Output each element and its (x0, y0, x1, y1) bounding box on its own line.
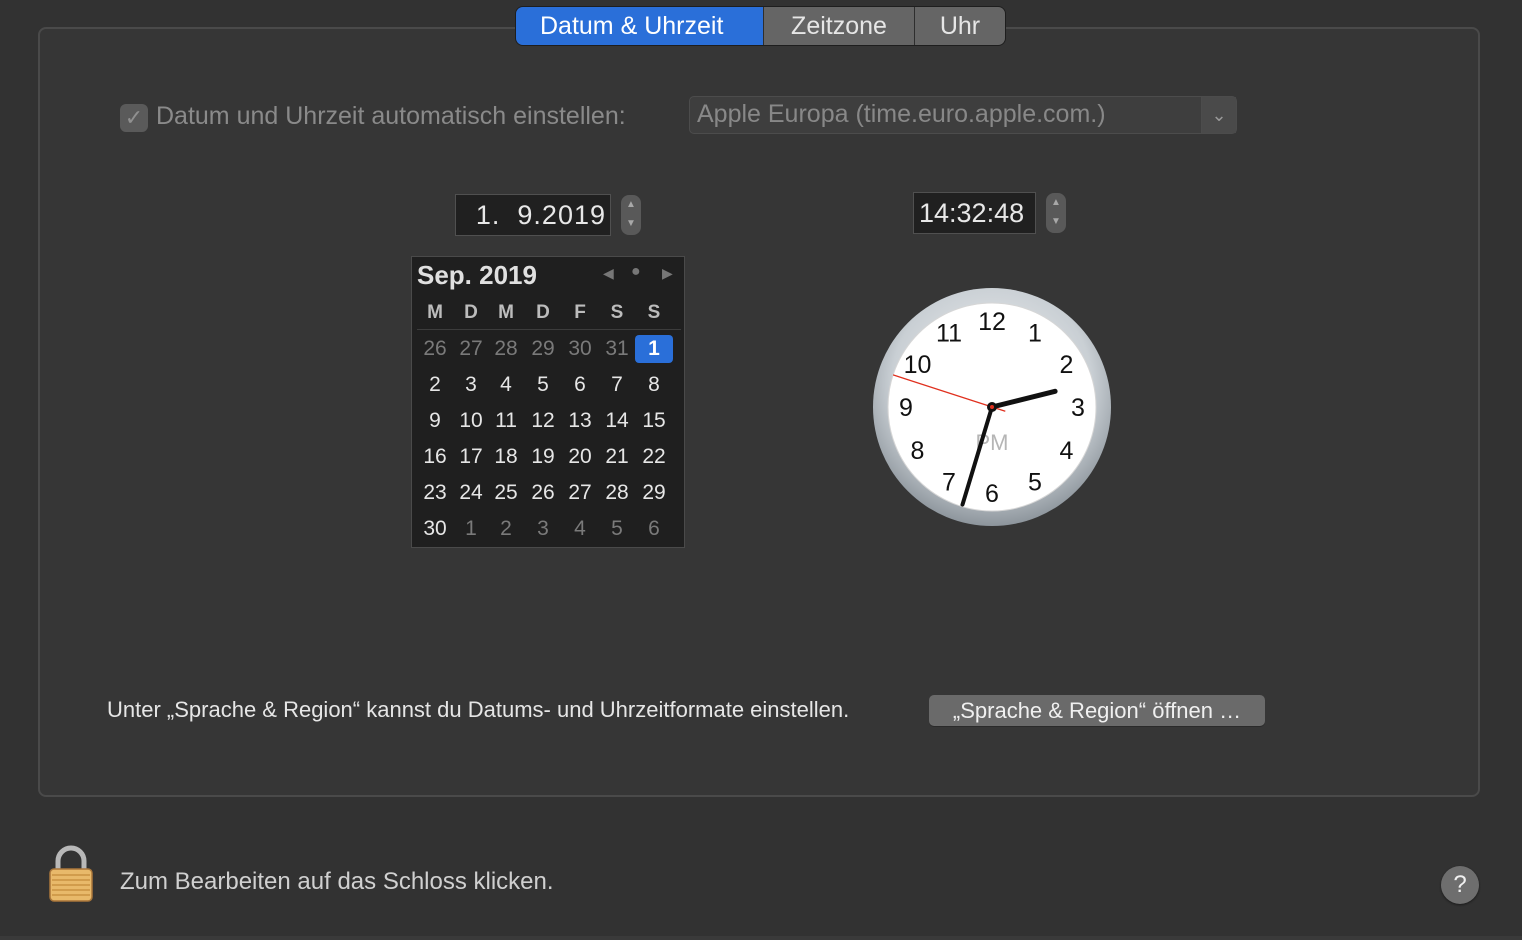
clock-number: 4 (1060, 437, 1074, 465)
calendar-day[interactable]: 2 (488, 515, 524, 543)
auto-set-checkbox[interactable]: ✓ (120, 104, 148, 132)
calendar-day[interactable]: 13 (562, 407, 598, 435)
calendar-day[interactable]: 16 (417, 443, 453, 471)
calendar-day[interactable]: 6 (562, 371, 598, 399)
previous-month-icon[interactable]: ◀ (603, 265, 614, 282)
calendar-weekday: S (647, 302, 661, 323)
clock-number: 3 (1071, 394, 1085, 422)
tab-clock[interactable]: Uhr (915, 7, 1005, 45)
time-stepper[interactable]: ▲ ▼ (1046, 193, 1066, 233)
calendar-day[interactable]: 4 (562, 515, 598, 543)
calendar-day[interactable]: 11 (488, 407, 524, 435)
calendar-day[interactable]: 18 (488, 443, 524, 471)
tab-date-time[interactable]: Datum & Uhrzeit (516, 7, 764, 45)
calendar-weekday: F (574, 302, 586, 323)
clock-number: 6 (985, 480, 999, 508)
calendar-day[interactable]: 15 (636, 407, 672, 435)
stepper-up-icon[interactable]: ▲ (1046, 193, 1066, 212)
calendar-day[interactable]: 25 (488, 479, 524, 507)
calendar-day[interactable]: 7 (599, 371, 635, 399)
lock-icon[interactable] (48, 845, 94, 903)
calendar-day[interactable]: 28 (488, 335, 524, 363)
calendar-day[interactable]: 5 (599, 515, 635, 543)
calendar-day[interactable]: 3 (453, 371, 489, 399)
calendar-day[interactable]: 26 (525, 479, 561, 507)
clock-number: 9 (899, 394, 913, 422)
clock-number: 11 (936, 320, 962, 348)
calendar-day[interactable]: 27 (453, 335, 489, 363)
calendar-day[interactable]: 28 (599, 479, 635, 507)
calendar-day[interactable]: 3 (525, 515, 561, 543)
date-stepper[interactable]: ▲ ▼ (621, 195, 641, 235)
clock-number: 1 (1028, 320, 1042, 348)
calendar-divider (417, 329, 681, 330)
tab-time-zone[interactable]: Zeitzone (764, 7, 915, 45)
clock-number: 7 (942, 469, 956, 497)
time-server-value: Apple Europa (time.euro.apple.com.) (697, 100, 1106, 128)
window-bottom-edge (0, 936, 1522, 940)
time-server-select[interactable]: Apple Europa (time.euro.apple.com.) ⌄ (689, 96, 1237, 134)
lock-label[interactable]: Zum Bearbeiten auf das Schloss klicken. (120, 868, 554, 896)
analog-clock: 12 1234567891011 PM (873, 288, 1111, 526)
calendar-day[interactable]: 12 (525, 407, 561, 435)
stepper-down-icon[interactable]: ▼ (621, 214, 641, 233)
clock-number: 5 (1028, 469, 1042, 497)
calendar-day[interactable]: 24 (453, 479, 489, 507)
calendar-day[interactable]: 29 (525, 335, 561, 363)
calendar-day[interactable]: 2 (417, 371, 453, 399)
auto-set-label: Datum und Uhrzeit automatisch einstellen… (156, 102, 626, 130)
clock-number: 8 (911, 437, 925, 465)
stepper-down-icon[interactable]: ▼ (1046, 212, 1066, 231)
tab-bar: Datum & Uhrzeit Zeitzone Uhr (516, 7, 1005, 45)
clock-number: 10 (904, 351, 932, 379)
open-language-region-button[interactable]: „Sprache & Region“ öffnen … (929, 695, 1265, 726)
calendar-weekday: D (536, 302, 550, 323)
calendar-weekday: M (498, 302, 514, 323)
calendar-day[interactable]: 21 (599, 443, 635, 471)
calendar-day[interactable]: 30 (562, 335, 598, 363)
calendar-day[interactable]: 8 (636, 371, 672, 399)
stepper-up-icon[interactable]: ▲ (621, 195, 641, 214)
calendar-day[interactable]: 26 (417, 335, 453, 363)
next-month-icon[interactable]: ▶ (662, 265, 673, 282)
calendar-day[interactable]: 23 (417, 479, 453, 507)
calendar-day[interactable]: 17 (453, 443, 489, 471)
calendar-day[interactable]: 30 (417, 515, 453, 543)
chevron-down-icon: ⌄ (1201, 97, 1236, 133)
clock-number: 2 (1060, 351, 1074, 379)
today-dot-icon[interactable]: ● (631, 263, 641, 281)
date-field[interactable]: 1. 9.2019 (455, 194, 611, 236)
help-button[interactable]: ? (1441, 866, 1479, 904)
clock-number: 12 (978, 308, 1006, 336)
calendar-weekday: D (464, 302, 478, 323)
time-value: 14:32:48 (919, 198, 1025, 228)
calendar-weekday: S (610, 302, 624, 323)
calendar-day[interactable]: 9 (417, 407, 453, 435)
format-note: Unter „Sprache & Region“ kannst du Datum… (107, 697, 850, 722)
calendar-day-selected[interactable]: 1 (635, 335, 673, 363)
calendar-day[interactable]: 6 (636, 515, 672, 543)
calendar[interactable]: Sep. 2019 ◀ ● ▶ M D M D F S S 26 27 28 29 30 31 1 2 3 4 5… (411, 256, 685, 548)
calendar-day[interactable]: 22 (636, 443, 672, 471)
calendar-day[interactable]: 27 (562, 479, 598, 507)
calendar-day[interactable]: 20 (562, 443, 598, 471)
calendar-day[interactable]: 14 (599, 407, 635, 435)
calendar-day[interactable]: 29 (636, 479, 672, 507)
calendar-day[interactable]: 10 (453, 407, 489, 435)
calendar-day[interactable]: 5 (525, 371, 561, 399)
calendar-day[interactable]: 1 (453, 515, 489, 543)
date-value: 1. 9.2019 (475, 200, 606, 230)
calendar-day[interactable]: 19 (525, 443, 561, 471)
calendar-weekday: M (427, 302, 443, 323)
calendar-day[interactable]: 4 (488, 371, 524, 399)
time-field[interactable]: 14:32:48 (913, 192, 1036, 234)
clock-center-dot (990, 405, 994, 409)
calendar-day[interactable]: 31 (599, 335, 635, 363)
settings-panel (38, 27, 1480, 797)
calendar-title: Sep. 2019 (417, 260, 537, 290)
